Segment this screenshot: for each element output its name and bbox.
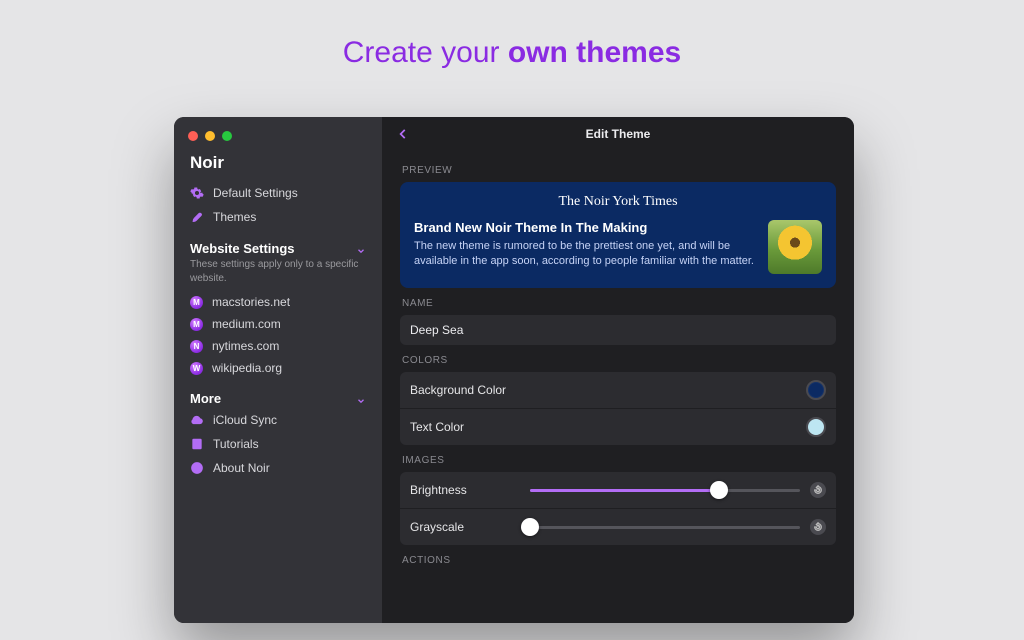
grayscale-row: Grayscale <box>400 508 836 545</box>
sidebar-item-tutorials[interactable]: Tutorials <box>174 432 382 456</box>
sidebar-site-wikipedia[interactable]: W wikipedia.org <box>174 357 382 379</box>
minimize-window-button[interactable] <box>205 131 215 141</box>
text-color-swatch[interactable] <box>806 417 826 437</box>
app-window: Noir Default Settings Themes Website Set… <box>174 117 854 623</box>
sidebar-item-themes[interactable]: Themes <box>174 205 382 229</box>
sidebar-item-label: Tutorials <box>213 437 259 451</box>
sidebar: Noir Default Settings Themes Website Set… <box>174 117 382 623</box>
hero-banner: Create your own themes <box>0 0 1024 70</box>
brightness-reset-button[interactable] <box>810 482 826 498</box>
sidebar-site-macstories[interactable]: M macstories.net <box>174 291 382 313</box>
book-icon <box>190 437 204 451</box>
grayscale-reset-button[interactable] <box>810 519 826 535</box>
page-title: Edit Theme <box>382 127 854 141</box>
close-window-button[interactable] <box>188 131 198 141</box>
site-label: macstories.net <box>212 295 290 309</box>
sidebar-item-label: iCloud Sync <box>213 413 277 427</box>
site-favicon: N <box>190 340 203 353</box>
zoom-window-button[interactable] <box>222 131 232 141</box>
chevron-down-icon <box>356 394 366 404</box>
section-label-name: NAME <box>402 298 836 309</box>
paint-icon <box>190 210 204 224</box>
brightness-slider[interactable] <box>530 480 800 500</box>
sidebar-item-icloud-sync[interactable]: iCloud Sync <box>174 408 382 432</box>
row-label: Background Color <box>410 383 506 397</box>
grayscale-slider[interactable] <box>530 517 800 537</box>
background-color-row[interactable]: Background Color <box>400 372 836 408</box>
window-controls <box>174 127 382 153</box>
section-title: More <box>190 391 221 406</box>
section-label-images: IMAGES <box>402 455 836 466</box>
brightness-row: Brightness <box>400 472 836 508</box>
section-label-colors: COLORS <box>402 355 836 366</box>
preview-headline: Brand New Noir Theme In The Making <box>414 220 756 235</box>
section-label-preview: PREVIEW <box>402 165 836 176</box>
background-color-swatch[interactable] <box>806 380 826 400</box>
sidebar-item-label: Themes <box>213 210 256 224</box>
site-label: nytimes.com <box>212 339 279 353</box>
sidebar-item-label: Default Settings <box>213 186 298 200</box>
hero-text-bold: own themes <box>508 36 681 69</box>
row-label: Text Color <box>410 420 464 434</box>
sidebar-item-label: About Noir <box>213 461 270 475</box>
preview-brand: The Noir York Times <box>414 194 822 210</box>
main-panel: Edit Theme PREVIEW The Noir York Times B… <box>382 117 854 623</box>
info-icon <box>190 461 204 475</box>
sidebar-item-about[interactable]: About Noir <box>174 456 382 480</box>
section-label-actions: ACTIONS <box>402 555 836 566</box>
gear-icon <box>190 186 204 200</box>
chevron-down-icon <box>356 244 366 254</box>
preview-thumbnail <box>768 220 822 274</box>
site-favicon: M <box>190 296 203 309</box>
row-label: Brightness <box>410 483 520 497</box>
preview-body: The new theme is rumored to be the prett… <box>414 239 756 270</box>
sidebar-site-medium[interactable]: M medium.com <box>174 313 382 335</box>
site-favicon: W <box>190 362 203 375</box>
app-title: Noir <box>174 153 382 181</box>
site-favicon: M <box>190 318 203 331</box>
site-label: medium.com <box>212 317 281 331</box>
back-button[interactable] <box>394 127 412 141</box>
cloud-icon <box>190 413 204 427</box>
theme-preview: The Noir York Times Brand New Noir Theme… <box>400 182 836 288</box>
section-subtitle: These settings apply only to a specific … <box>174 258 382 291</box>
text-color-row[interactable]: Text Color <box>400 408 836 445</box>
section-title: Website Settings <box>190 241 295 256</box>
site-label: wikipedia.org <box>212 361 282 375</box>
row-label: Grayscale <box>410 520 520 534</box>
main-scroll[interactable]: PREVIEW The Noir York Times Brand New No… <box>382 151 854 623</box>
sidebar-site-nytimes[interactable]: N nytimes.com <box>174 335 382 357</box>
hero-text-prefix: Create your <box>343 36 508 69</box>
sidebar-section-website-settings[interactable]: Website Settings <box>174 229 382 258</box>
top-bar: Edit Theme <box>382 117 854 151</box>
sidebar-item-default-settings[interactable]: Default Settings <box>174 181 382 205</box>
sidebar-section-more[interactable]: More <box>174 379 382 408</box>
theme-name-input[interactable] <box>400 315 836 345</box>
